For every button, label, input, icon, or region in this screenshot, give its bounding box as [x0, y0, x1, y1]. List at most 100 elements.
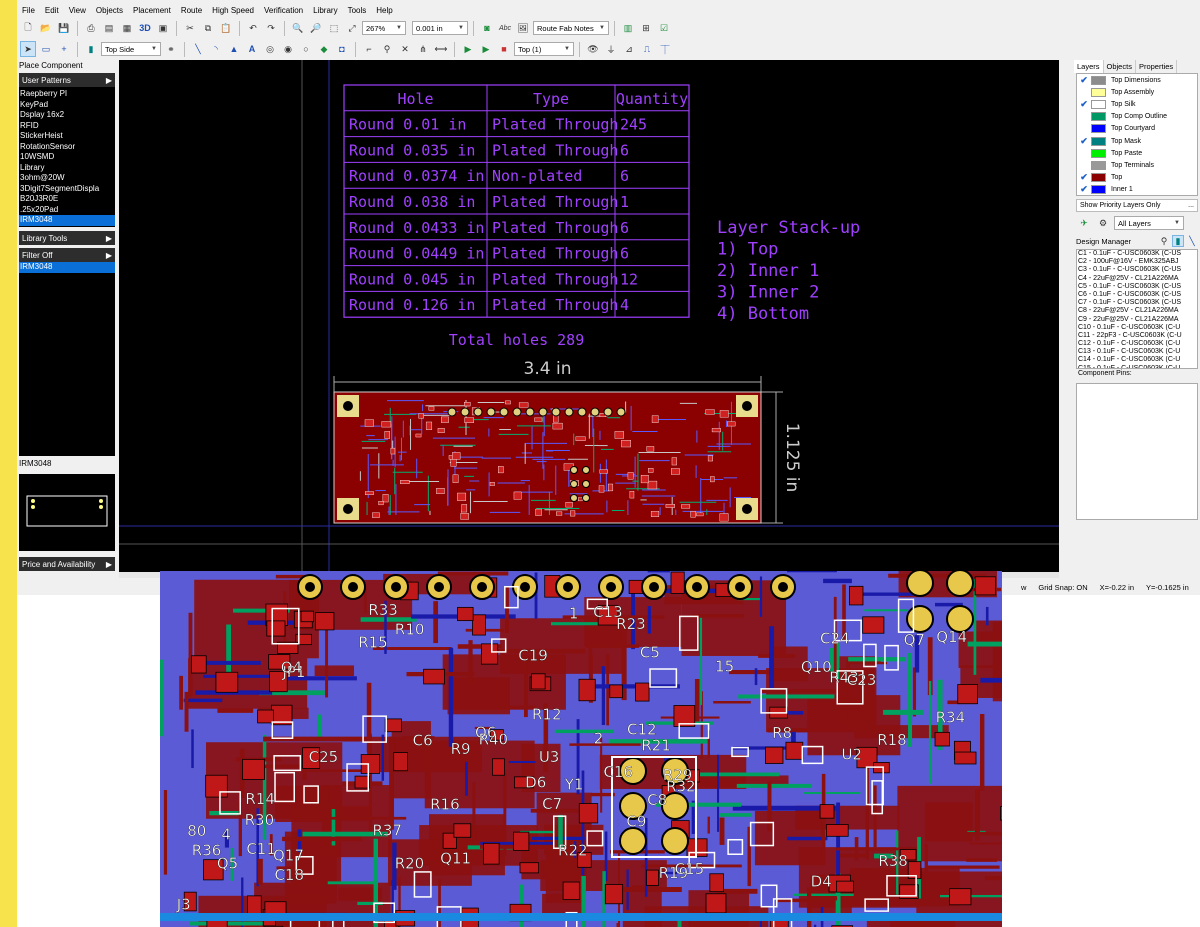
layer-pin-icon[interactable]: ✈: [1076, 215, 1092, 231]
menu-item-placement[interactable]: Placement: [128, 5, 176, 19]
polygon-tool-icon[interactable]: ▲: [226, 41, 242, 57]
text-a-icon[interactable]: A: [244, 41, 260, 57]
pattern-list-item[interactable]: 3Digit7SegmentDispla: [19, 184, 115, 195]
pattern-list-item[interactable]: 10WSMD: [19, 152, 115, 163]
cut-icon[interactable]: ✂: [182, 20, 198, 36]
eye-icon[interactable]: 👁: [585, 41, 601, 57]
layer-row[interactable]: ✔ Top Dimensions: [1077, 74, 1197, 86]
layer-checkbox[interactable]: ✔: [1077, 184, 1091, 195]
netlist-icon[interactable]: ⊞: [638, 20, 654, 36]
fanout-icon[interactable]: ⚲: [379, 41, 395, 57]
report-icon[interactable]: ▦: [119, 20, 135, 36]
component-list-item[interactable]: C10 - 0.1uF - C-USC0603K (C-U: [1077, 324, 1197, 332]
component-list-item[interactable]: C13 - 0.1uF - C-USC0603K (C-U: [1077, 348, 1197, 356]
pattern-list-item[interactable]: StickerHeist: [19, 131, 115, 142]
price-availability-dropdown[interactable]: Price and Availability ▶: [19, 557, 115, 571]
split-icon[interactable]: ⋔: [415, 41, 431, 57]
layer-checkbox[interactable]: ✔: [1077, 75, 1091, 86]
component-list-item[interactable]: C5 - 0.1uF - C-USC0603K (C-US: [1077, 283, 1197, 291]
shape-icon[interactable]: ◆: [316, 41, 332, 57]
arc-tool-icon[interactable]: ◝: [208, 41, 224, 57]
component-list-item[interactable]: C2 - 100uF@16V - EMK325ABJ: [1077, 258, 1197, 266]
layer-row[interactable]: ✔ Top Mask: [1077, 135, 1197, 147]
pattern-list-item[interactable]: KeyPad: [19, 100, 115, 111]
layer-checkbox[interactable]: ✔: [1077, 172, 1091, 183]
menu-item-objects[interactable]: Objects: [91, 5, 128, 19]
place-icon[interactable]: ▭: [38, 41, 54, 57]
redo-icon[interactable]: ↷: [263, 20, 279, 36]
zoom-window-icon[interactable]: ⬚: [326, 20, 342, 36]
component-list-item[interactable]: C9 - 22uF@25V - CL21A226MA: [1077, 316, 1197, 324]
via-icon[interactable]: ◎: [262, 41, 278, 57]
route-notes-select[interactable]: Route Fab Notes ▼: [533, 21, 609, 35]
menu-item-help[interactable]: Help: [371, 5, 397, 19]
copy-icon[interactable]: ⧉: [200, 20, 216, 36]
menu-item-tools[interactable]: Tools: [343, 5, 372, 19]
route-icon[interactable]: ⌐: [361, 41, 377, 57]
all-layers-select[interactable]: All Layers ▼: [1114, 216, 1184, 230]
side-select[interactable]: Top Side ▼: [101, 42, 161, 56]
drc-icon[interactable]: ▥: [620, 20, 636, 36]
tab-objects[interactable]: Objects: [1104, 60, 1136, 73]
component-list-item[interactable]: C11 - 22pF3 - C-USC0603K (C-U: [1077, 332, 1197, 340]
select-arrow-icon[interactable]: ➤: [20, 41, 36, 57]
layer-color-icon[interactable]: ▮: [83, 41, 99, 57]
tab-layers[interactable]: Layers: [1074, 60, 1104, 73]
stop-icon[interactable]: ■: [496, 41, 512, 57]
component-list-item[interactable]: C4 - 22uF@25V - CL21A226MA: [1077, 275, 1197, 283]
print-preview-icon[interactable]: ▤: [101, 20, 117, 36]
layer-checkbox[interactable]: ✔: [1077, 99, 1091, 110]
crosshair-icon[interactable]: +: [56, 41, 72, 57]
layer-row[interactable]: ✔ Top: [1077, 172, 1197, 184]
pattern-list-item[interactable]: Raepberry PI: [19, 89, 115, 100]
highlight-icon[interactable]: ⏚: [603, 41, 619, 57]
dm-net-icon[interactable]: ╲: [1186, 235, 1198, 247]
paste-icon[interactable]: 📋: [218, 20, 234, 36]
filter-dropdown[interactable]: Filter Off ▶: [19, 248, 115, 262]
show-priority-layers-button[interactable]: Show Priority Layers Only...: [1076, 199, 1198, 212]
component-list-item[interactable]: C1 - 0.1uF - C-USC0603K (C-US: [1077, 250, 1197, 258]
view-3d-button[interactable]: 3D: [137, 20, 153, 36]
pattern-list-item[interactable]: B20J3R0E: [19, 194, 115, 205]
fill-icon[interactable]: ◘: [334, 41, 350, 57]
filter-list-item[interactable]: IRM3048: [19, 262, 115, 273]
net-icon[interactable]: ⊿: [621, 41, 637, 57]
run-icon[interactable]: ▶: [460, 41, 476, 57]
component-list-item[interactable]: C7 - 0.1uF - C-USC0603K (C-US: [1077, 299, 1197, 307]
menu-item-view[interactable]: View: [64, 5, 91, 19]
menu-item-library[interactable]: Library: [308, 5, 342, 19]
zoom-out-icon[interactable]: 🔎: [308, 20, 324, 36]
zoom-fit-icon[interactable]: ⤢: [344, 20, 360, 36]
measure-icon[interactable]: ⟷: [433, 41, 449, 57]
layer-row[interactable]: Top Comp Outline: [1077, 111, 1197, 123]
menu-item-high-speed[interactable]: High Speed: [207, 5, 259, 19]
autoroute-icon[interactable]: ▶: [478, 41, 494, 57]
text-tool-button[interactable]: Abc: [497, 20, 513, 36]
pattern-list-item[interactable]: Library: [19, 163, 115, 174]
pattern-list-item[interactable]: 3ohm@20W: [19, 173, 115, 184]
tab-properties[interactable]: Properties: [1136, 60, 1178, 73]
print-icon[interactable]: ⎙: [83, 20, 99, 36]
layer-row[interactable]: ✔ Inner 1: [1077, 184, 1197, 196]
check-icon[interactable]: ☑: [656, 20, 672, 36]
component-list-item[interactable]: C8 - 22uF@25V - CL21A226MA: [1077, 307, 1197, 315]
signal-icon[interactable]: ⏉: [657, 41, 673, 57]
pad-icon[interactable]: ◉: [280, 41, 296, 57]
menu-item-route[interactable]: Route: [176, 5, 207, 19]
binoculars-icon[interactable]: ⚭: [163, 41, 179, 57]
unroute-icon[interactable]: ✕: [397, 41, 413, 57]
component-list-item[interactable]: C6 - 0.1uF - C-USC0603K (C-US: [1077, 291, 1197, 299]
hole-icon[interactable]: ○: [298, 41, 314, 57]
dm-filter-icon[interactable]: ⚲: [1158, 235, 1170, 247]
layer-row[interactable]: Top Paste: [1077, 147, 1197, 159]
pcb-canvas[interactable]: Hole Type Quantity Round 0.01 in Plated Thro…: [119, 60, 1059, 572]
pulse-icon[interactable]: ⎍: [639, 41, 655, 57]
library-tools-dropdown[interactable]: Library Tools ▶: [19, 231, 115, 245]
more-button[interactable]: ...: [1188, 202, 1194, 209]
menu-item-file[interactable]: File: [17, 5, 40, 19]
dm-component-icon[interactable]: ▮: [1172, 235, 1184, 247]
grid-select[interactable]: 0.001 in ▼: [412, 21, 468, 35]
camera-icon[interactable]: ◙: [479, 20, 495, 36]
layer-checkbox[interactable]: ✔: [1077, 136, 1091, 147]
menu-item-edit[interactable]: Edit: [40, 5, 64, 19]
